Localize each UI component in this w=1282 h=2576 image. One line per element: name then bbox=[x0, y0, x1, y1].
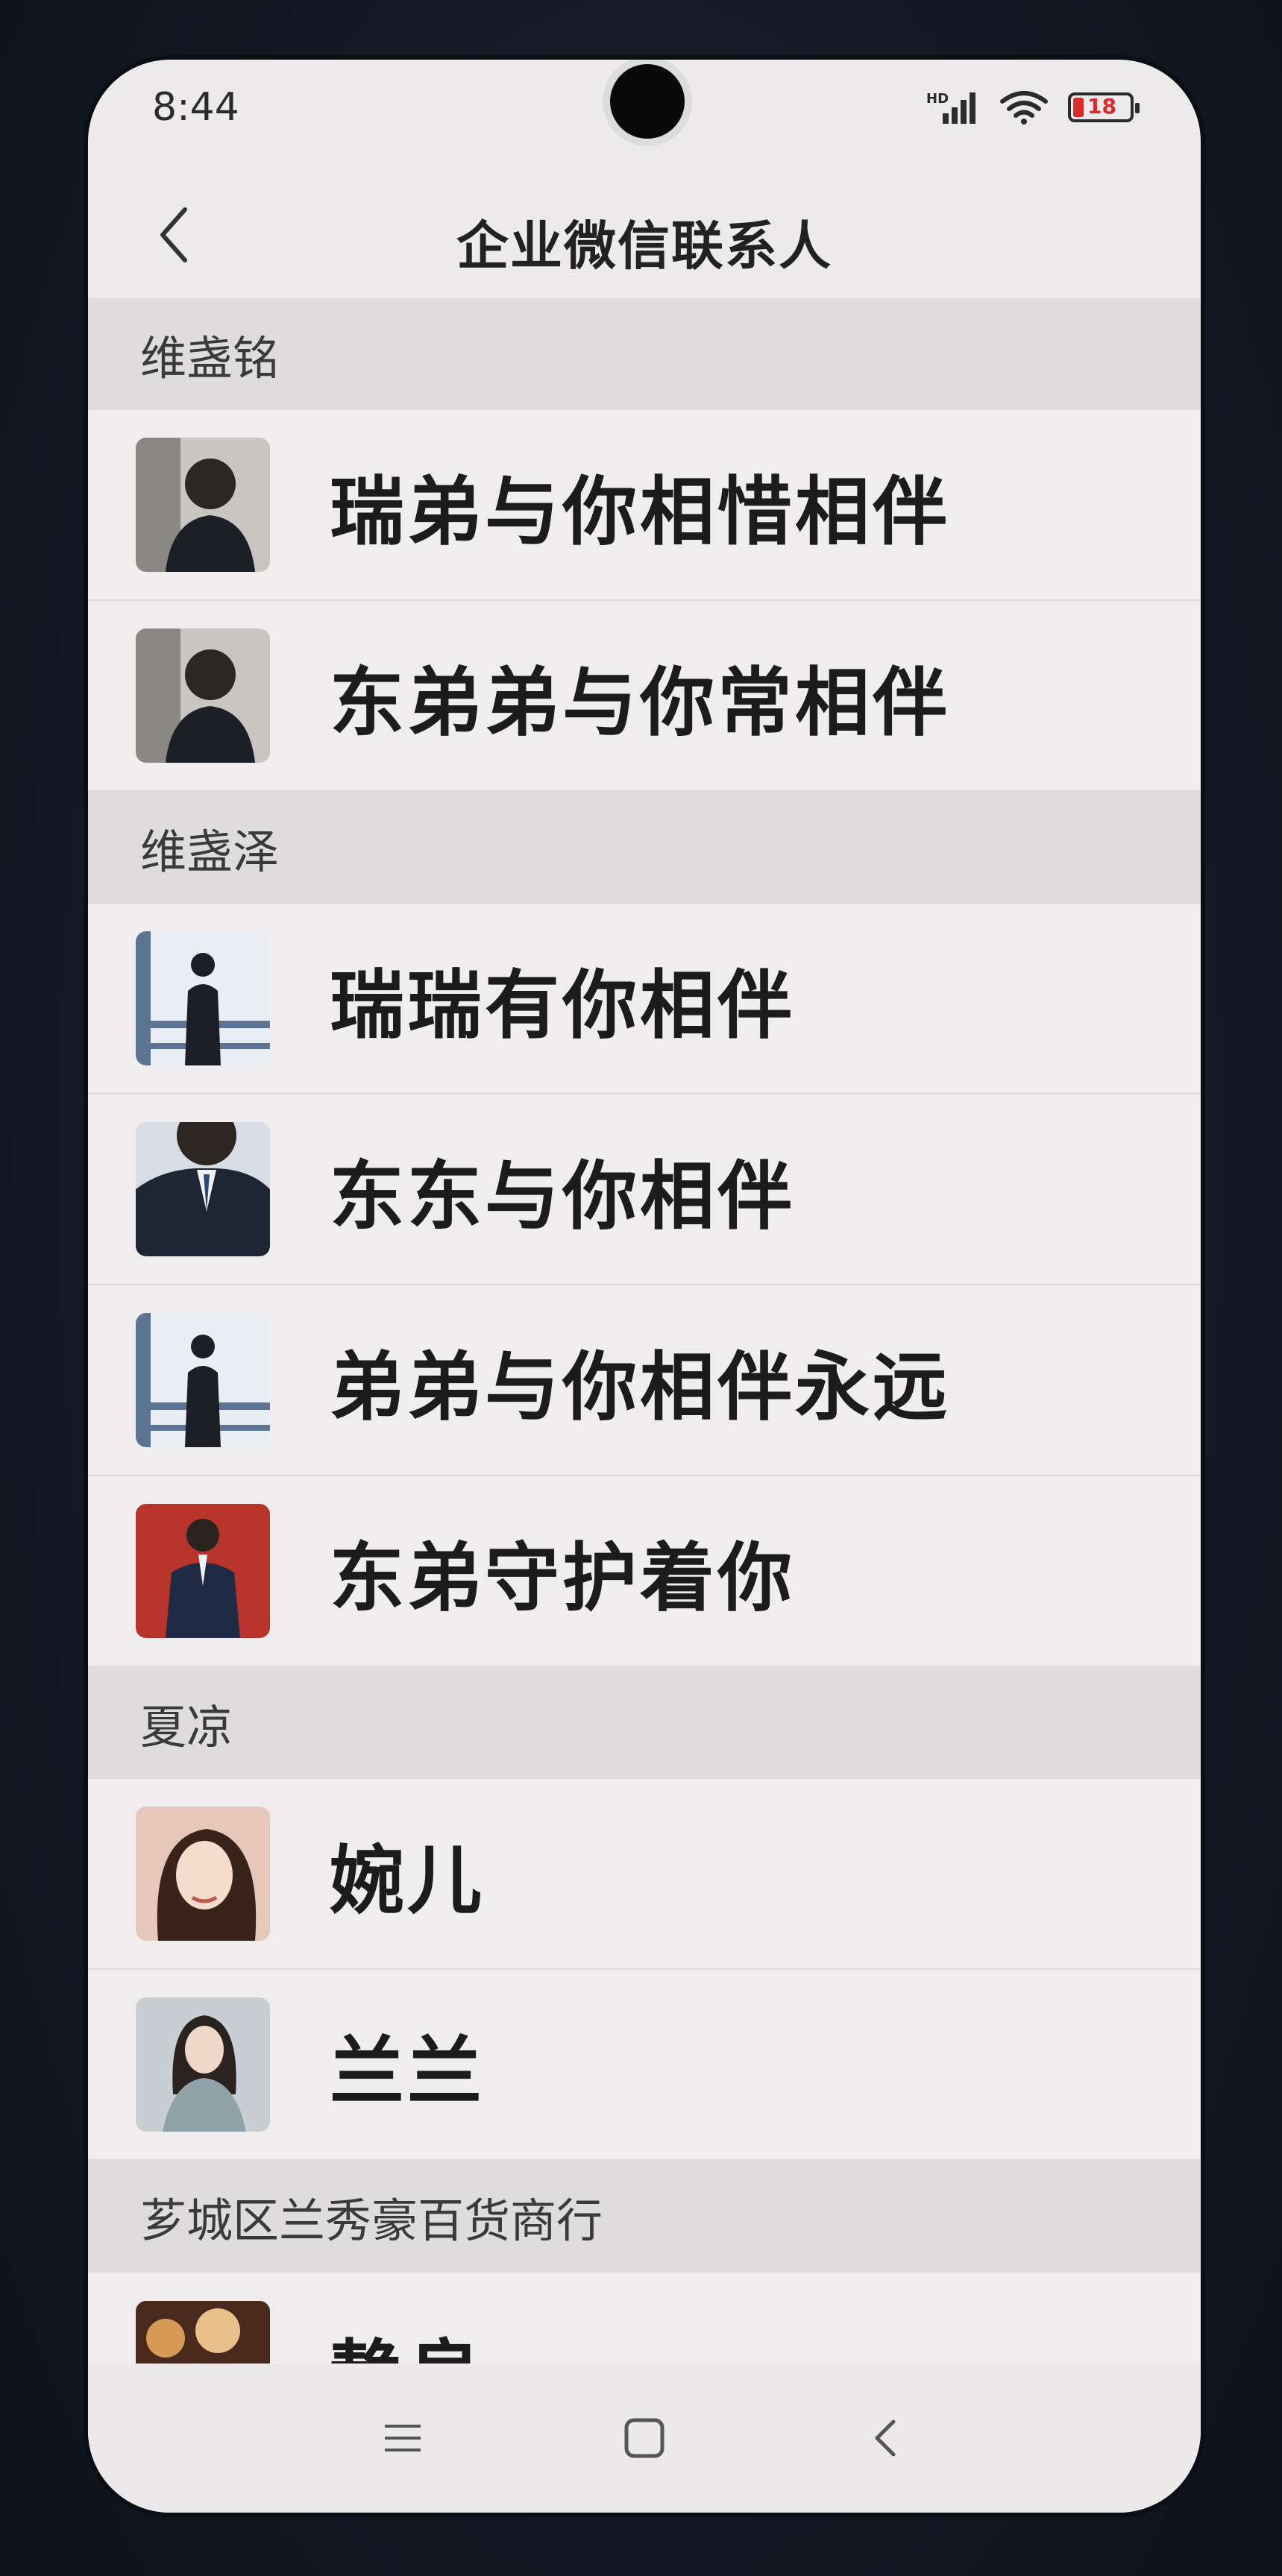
home-button[interactable] bbox=[600, 2393, 689, 2483]
avatar bbox=[136, 629, 270, 763]
wifi-icon bbox=[1000, 91, 1048, 125]
contact-name: 弟弟与你相伴永远 bbox=[330, 1343, 950, 1431]
contact-name: 婉儿 bbox=[330, 1836, 485, 1924]
battery-icon: 18 bbox=[1068, 92, 1140, 122]
avatar bbox=[136, 1122, 270, 1256]
menu-button[interactable] bbox=[358, 2393, 447, 2483]
group-header: 维盏铭 bbox=[88, 298, 1201, 410]
phone-screen: 8:44 HD 18 企业微信联系人 维盏铭 瑞弟与你相惜相伴 东弟弟与你常相伴… bbox=[88, 60, 1201, 2513]
contact-row[interactable]: 东弟弟与你常相伴 bbox=[88, 601, 1201, 792]
avatar bbox=[136, 1807, 270, 1941]
avatar bbox=[136, 1997, 270, 2132]
signal-icon: HD bbox=[926, 89, 980, 125]
contact-name: 瑞弟与你相惜相伴 bbox=[330, 467, 950, 555]
menu-icon bbox=[385, 2425, 421, 2451]
signal-hd-label: HD bbox=[926, 91, 949, 107]
contact-name: 东弟弟与你常相伴 bbox=[330, 658, 950, 746]
contact-name: 瑞瑞有你相伴 bbox=[330, 961, 795, 1049]
nav-back-button[interactable] bbox=[841, 2393, 931, 2483]
status-time: 8:44 bbox=[152, 85, 239, 130]
avatar bbox=[136, 1313, 270, 1447]
home-square-icon bbox=[624, 2418, 664, 2458]
contact-row[interactable]: 婉儿 bbox=[88, 1779, 1201, 1970]
contact-row[interactable]: 瑞弟与你相惜相伴 bbox=[88, 410, 1201, 601]
group-header: 维盏泽 bbox=[88, 792, 1201, 904]
contact-row[interactable]: 瑞瑞有你相伴 bbox=[88, 904, 1201, 1095]
contact-row[interactable]: 兰兰 bbox=[88, 1970, 1201, 2161]
page-title: 企业微信联系人 bbox=[456, 215, 832, 277]
navigation-bar bbox=[88, 2364, 1201, 2513]
battery-fill bbox=[1073, 98, 1084, 117]
contact-name: 东东与你相伴 bbox=[330, 1152, 795, 1240]
group-header: 夏凉 bbox=[88, 1667, 1201, 1779]
status-icons: HD 18 bbox=[926, 89, 1140, 125]
back-chevron-icon bbox=[875, 2419, 896, 2457]
battery-level: 18 bbox=[1087, 94, 1116, 119]
group-header: 芗城区兰秀豪百货商行 bbox=[88, 2161, 1201, 2273]
contact-row[interactable]: 弟弟与你相伴永远 bbox=[88, 1285, 1201, 1476]
contact-name: 东弟守护着你 bbox=[330, 1534, 795, 1622]
avatar bbox=[136, 1504, 270, 1638]
avatar bbox=[136, 438, 270, 572]
contact-row[interactable]: 东东与你相伴 bbox=[88, 1095, 1201, 1285]
avatar bbox=[136, 931, 270, 1065]
header: 企业微信联系人 bbox=[88, 186, 1201, 283]
contact-list: 维盏铭 瑞弟与你相惜相伴 东弟弟与你常相伴 维盏泽 瑞瑞有你相伴 东东与你相伴 … bbox=[88, 298, 1201, 2463]
contact-row[interactable]: 东弟守护着你 bbox=[88, 1476, 1201, 1667]
contact-name: 兰兰 bbox=[330, 2027, 485, 2115]
status-bar: 8:44 HD 18 bbox=[88, 60, 1201, 157]
front-camera bbox=[610, 64, 685, 139]
